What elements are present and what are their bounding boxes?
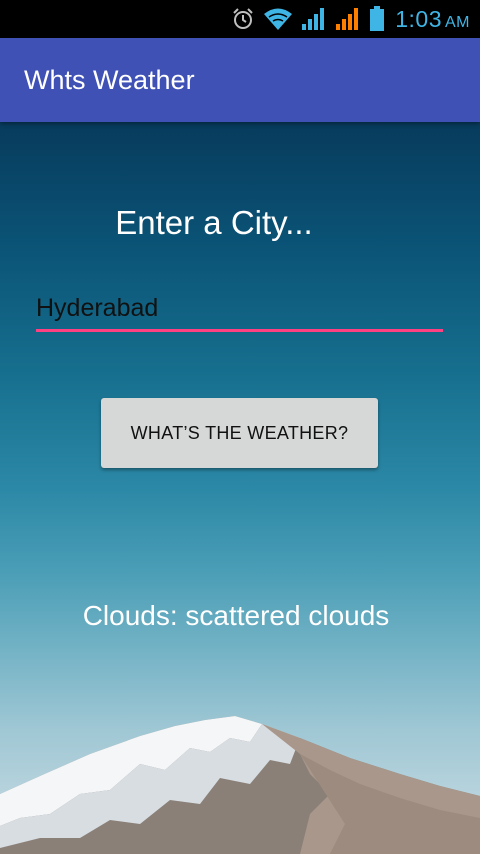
status-clock: 1:03 AM: [395, 6, 470, 33]
weather-screen: Enter a City... WHAT’S THE WEATHER? Clou…: [0, 122, 480, 854]
status-bar: 1:03 AM: [0, 0, 480, 38]
page-heading: Enter a City...: [115, 204, 313, 241]
mountain-background: [0, 716, 480, 854]
city-input[interactable]: [36, 288, 443, 332]
app-title: Whts Weather: [24, 64, 195, 95]
signal-warning-icon: [336, 8, 359, 30]
weather-result-text: Clouds: scattered clouds: [82, 600, 390, 631]
app-bar: Whts Weather: [0, 38, 480, 122]
signal-icon: [302, 8, 325, 30]
alarm-icon: [233, 8, 253, 29]
wifi-icon: [264, 8, 293, 30]
status-time: 1:03: [395, 5, 442, 32]
whats-the-weather-button[interactable]: WHAT’S THE WEATHER?: [101, 398, 378, 468]
battery-icon: [370, 6, 385, 31]
status-ampm: AM: [445, 13, 470, 31]
